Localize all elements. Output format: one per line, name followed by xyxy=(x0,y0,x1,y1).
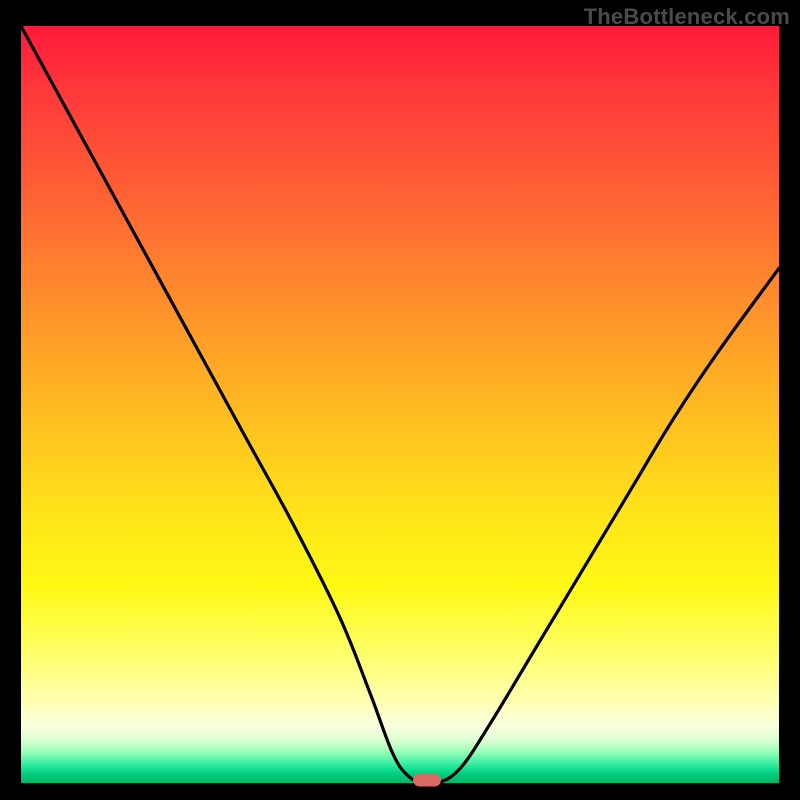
attribution-label: TheBottleneck.com xyxy=(584,4,790,30)
line-series xyxy=(21,26,779,783)
optimum-marker xyxy=(413,774,441,787)
chart-frame: TheBottleneck.com xyxy=(0,0,800,800)
bottleneck-curve-path xyxy=(21,26,779,783)
plot-area xyxy=(21,26,779,783)
